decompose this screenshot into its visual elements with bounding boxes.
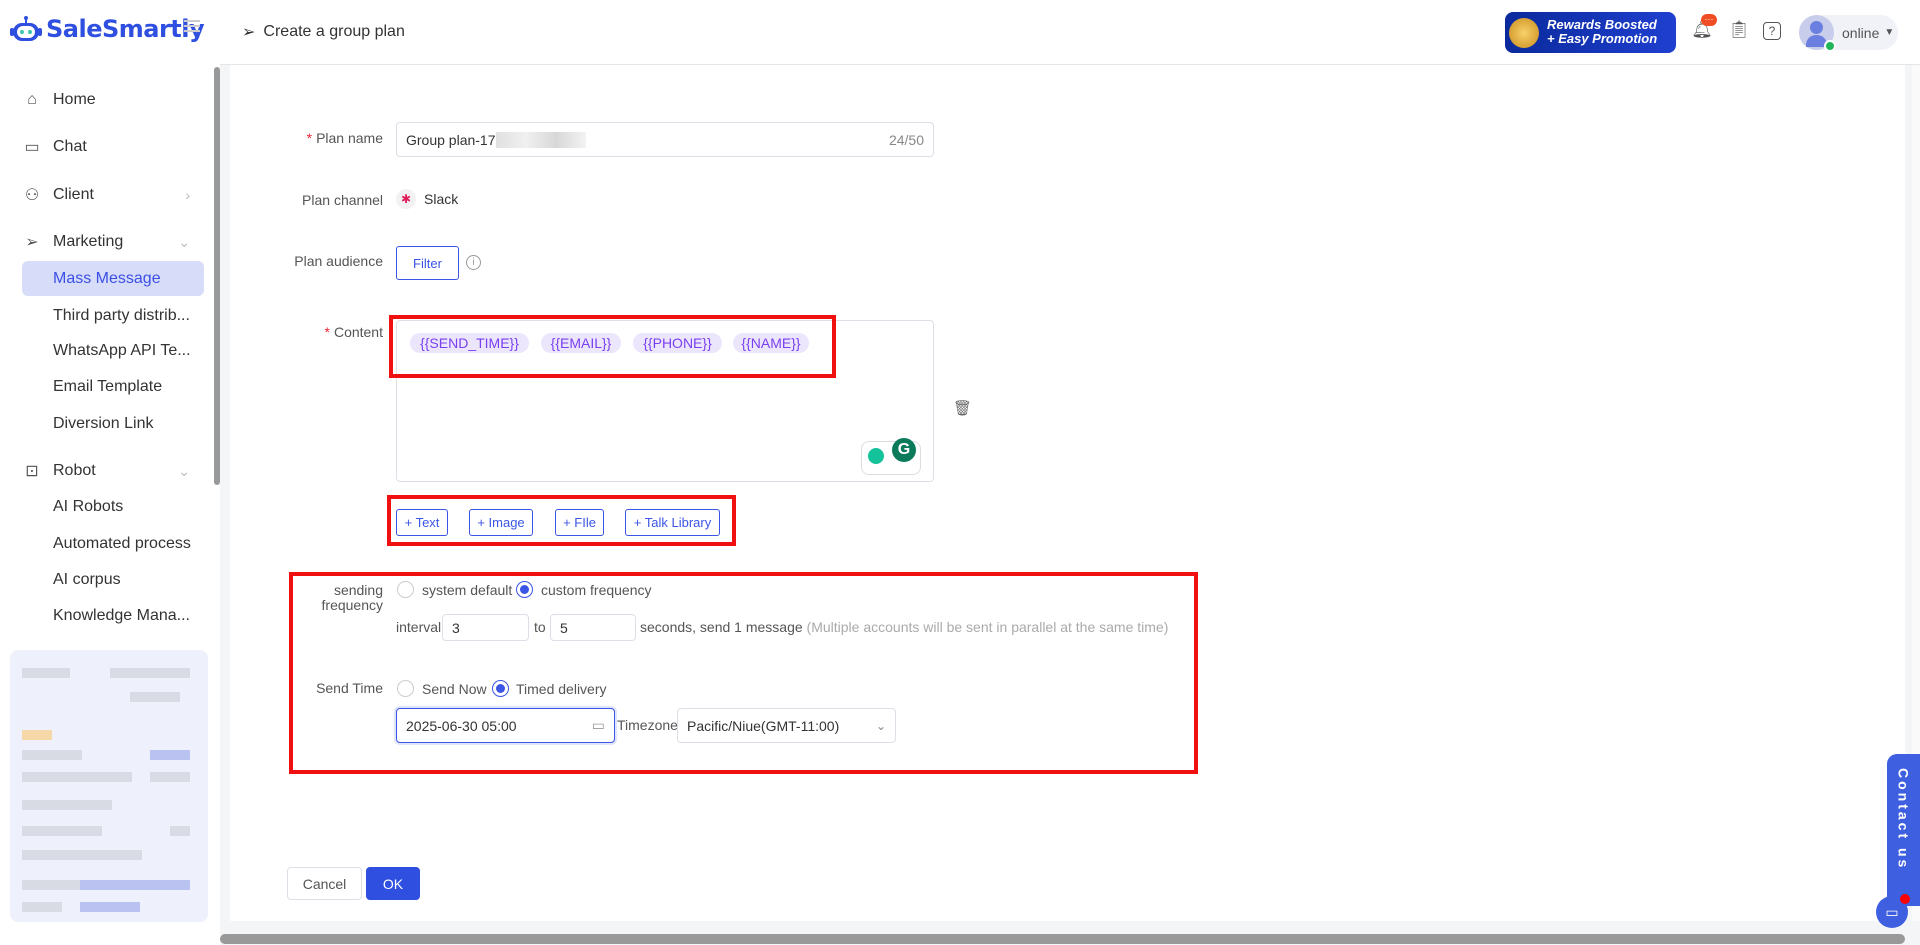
sending-frequency-label: sending frequency [322, 583, 383, 613]
robot-icon: ⊡ [25, 463, 39, 480]
page-title: ➢ Create a group plan [242, 22, 405, 42]
sidebar-item-label: Diversion Link [53, 415, 154, 432]
chat-icon: ▭ [24, 139, 40, 156]
contact-us-text: Contact us [1895, 768, 1912, 871]
sidebar-item-label: Mass Message [53, 269, 161, 287]
unread-dot [1900, 894, 1910, 904]
banner-line-1: Rewards Boosted [1547, 17, 1657, 32]
sidebar-item-label: Marketing [53, 233, 124, 250]
sidebar-item-label: Chat [53, 138, 87, 155]
sidebar-item-whatsapp-api[interactable]: WhatsApp API Te... [22, 333, 204, 369]
plan-name-input[interactable]: Group plan-17 24/50 [396, 122, 934, 157]
char-count: 24/50 [888, 131, 924, 148]
rewards-banner[interactable]: Rewards Boosted + Easy Promotion [1505, 12, 1676, 53]
chat-bubble-button[interactable]: ▭ [1876, 894, 1910, 928]
sidebar-item-label: Email Template [53, 378, 163, 395]
label-text: Plan name [316, 130, 383, 146]
sidebar-item-robot[interactable]: ⊡ Robot ⌄ [22, 453, 204, 489]
sidebar-item-mass-message[interactable]: Mass Message [22, 261, 204, 296]
label-text: Content [333, 324, 383, 340]
bulb-icon [868, 448, 884, 464]
sidebar-item-ai-corpus[interactable]: AI corpus [22, 562, 204, 598]
blurred-promo-card [10, 650, 208, 922]
sidebar-item-knowledge[interactable]: Knowledge Mana... [22, 598, 204, 634]
logo[interactable]: SaleSmartly [10, 14, 205, 44]
banner-line-2: + Easy Promotion [1547, 31, 1658, 46]
plan-audience-label: Plan audience [294, 253, 383, 269]
slack-icon: ✱ [396, 189, 416, 209]
status-text: online [1842, 24, 1880, 41]
highlight-box [389, 315, 836, 378]
clipboard-icon[interactable]: 📋︎ [1728, 20, 1750, 42]
chevron-down-icon: ⌄ [178, 233, 190, 250]
sidebar-item-marketing[interactable]: ➢ Marketing ⌄ [22, 224, 204, 260]
highlight-box [289, 572, 1198, 774]
sidebar-item-label: AI Robots [53, 498, 124, 515]
plan-channel-value: ✱ Slack [396, 189, 458, 209]
sidebar: SaleSmartly ⌂ Home ▭ Chat ⚇ Client › ➢ Market… [0, 0, 220, 945]
plan-channel-label: Plan channel [302, 192, 383, 208]
notification-badge: ··· [1701, 14, 1717, 26]
filter-button[interactable]: Filter [396, 246, 459, 280]
trash-icon[interactable]: 🗑︎ [953, 399, 972, 417]
channel-name: Slack [424, 191, 459, 207]
sidebar-item-email-template[interactable]: Email Template [22, 369, 204, 405]
sidebar-item-ai-robots[interactable]: AI Robots [22, 489, 204, 525]
grammarly-icon: G [892, 438, 916, 462]
home-icon: ⌂ [27, 91, 37, 108]
sidebar-item-client[interactable]: ⚇ Client › [22, 177, 204, 213]
sidebar-item-chat[interactable]: ▭ Chat [22, 129, 204, 165]
online-status-dot [1824, 40, 1836, 52]
sidebar-item-third-party[interactable]: Third party distrib... [22, 298, 204, 334]
contact-us-tab[interactable]: Contact us [1887, 754, 1920, 906]
status-dropdown[interactable]: online ▼ [1799, 15, 1898, 52]
info-icon[interactable]: i [466, 255, 481, 270]
send-icon: ➢ [242, 24, 256, 41]
plan-name-label: * Plan name [306, 130, 383, 146]
chevron-down-icon: ⌄ [178, 462, 190, 479]
cancel-button[interactable]: Cancel [287, 867, 362, 900]
sidebar-item-label: Client [53, 186, 94, 203]
chevron-right-icon: › [185, 187, 190, 203]
sidebar-item-diversion-link[interactable]: Diversion Link [22, 406, 204, 442]
coin-icon [1509, 18, 1539, 48]
label-text: sending [333, 582, 383, 598]
send-icon: ➢ [25, 234, 39, 251]
client-icon: ⚇ [24, 187, 40, 204]
highlight-box [387, 495, 736, 546]
sidebar-item-label: Third party distrib... [53, 307, 190, 324]
send-time-label: Send Time [316, 680, 383, 696]
logo-text: SaleSmartly [46, 15, 205, 43]
sidebar-item-automated-process[interactable]: Automated process [22, 526, 204, 562]
sidebar-item-label: WhatsApp API Te... [53, 342, 191, 359]
avatar [1799, 15, 1836, 52]
form-panel: * Plan name Group plan-17 24/50 Plan chann… [230, 65, 1905, 921]
sidebar-item-label: Home [53, 91, 96, 108]
sidebar-item-label: Knowledge Mana... [53, 607, 190, 624]
horizontal-scrollbar[interactable] [220, 934, 1905, 944]
ok-button[interactable]: OK [366, 867, 420, 900]
grammarly-widget[interactable]: G [861, 438, 921, 475]
main-content: * Plan name Group plan-17 24/50 Plan chann… [220, 65, 1920, 945]
sidebar-item-label: AI corpus [53, 571, 121, 588]
collapse-menu-icon[interactable] [184, 20, 200, 32]
sidebar-item-label: Robot [53, 462, 96, 479]
page-title-text: Create a group plan [263, 23, 405, 40]
bell-icon[interactable]: 🔔︎ ··· [1691, 14, 1717, 42]
caret-down-icon: ▼ [1884, 27, 1895, 38]
header: ➢ Create a group plan Rewards Boosted + Ea… [220, 0, 1920, 65]
content-label: * Content [324, 324, 384, 340]
sidebar-item-home[interactable]: ⌂ Home [22, 82, 204, 118]
help-icon[interactable]: ? [1763, 22, 1781, 40]
sidebar-item-label: Automated process [53, 535, 191, 552]
label-text: frequency [321, 597, 383, 613]
redacted-text [495, 131, 586, 148]
robot-logo-icon [10, 16, 42, 41]
plan-name-value: Group plan-17 [406, 131, 496, 148]
